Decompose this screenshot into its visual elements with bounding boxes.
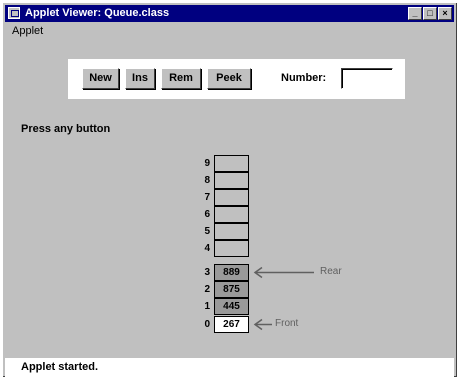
queue-cell	[214, 223, 249, 240]
number-input[interactable]	[341, 68, 393, 89]
queue-index: 1	[204, 301, 210, 312]
queue-cell: 267	[214, 316, 249, 333]
number-label: Number:	[281, 72, 327, 84]
queue-cell: 875	[214, 281, 249, 298]
insert-button[interactable]: Ins	[125, 68, 155, 89]
front-label: Front	[275, 318, 299, 329]
peek-button[interactable]: Peek	[207, 68, 251, 89]
front-arrow-icon	[253, 318, 272, 331]
queue-cell: 889	[214, 264, 249, 281]
menu-applet[interactable]: Applet	[6, 25, 49, 37]
queue-index: 2	[204, 284, 210, 295]
window-title: Applet Viewer: Queue.class	[25, 7, 170, 19]
control-panel: New Ins Rem Peek Number:	[68, 59, 405, 99]
queue-index: 9	[204, 158, 210, 169]
applet-viewer-window: Applet Viewer: Queue.class _ □ × Applet …	[2, 2, 457, 377]
queue-cell	[214, 172, 249, 189]
queue-index: 8	[204, 175, 210, 186]
close-button[interactable]: ×	[438, 7, 452, 20]
queue-cell	[214, 240, 249, 257]
queue-index: 6	[204, 209, 210, 220]
status-text: Applet started.	[21, 361, 99, 373]
new-button[interactable]: New	[82, 68, 119, 89]
queue-index: 3	[204, 267, 210, 278]
queue-index: 0	[204, 319, 210, 330]
applet-viewer-app-icon[interactable]	[8, 7, 20, 19]
queue-cell: 445	[214, 298, 249, 315]
queue-index: 4	[204, 243, 210, 254]
menu-bar: Applet	[6, 23, 49, 39]
title-bar[interactable]: Applet Viewer: Queue.class _ □ ×	[5, 5, 454, 22]
maximize-button[interactable]: □	[423, 7, 437, 20]
rear-arrow-icon	[253, 266, 314, 279]
queue-cell	[214, 206, 249, 223]
queue-index: 5	[204, 226, 210, 237]
queue-index: 7	[204, 192, 210, 203]
rear-label: Rear	[320, 266, 342, 277]
status-bar: Applet started.	[5, 358, 454, 377]
queue-cell	[214, 189, 249, 206]
remove-button[interactable]: Rem	[161, 68, 201, 89]
minimize-button[interactable]: _	[408, 7, 422, 20]
queue-cell	[214, 155, 249, 172]
status-message: Press any button	[21, 123, 111, 135]
